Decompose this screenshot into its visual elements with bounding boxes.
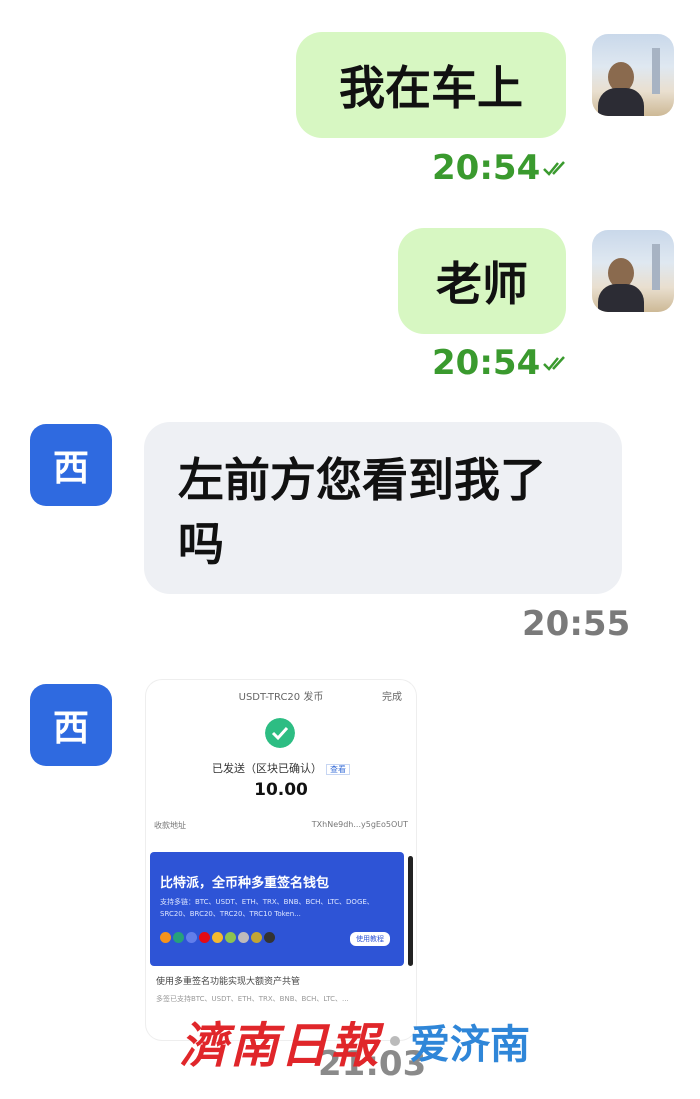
my-avatar[interactable] <box>592 34 674 116</box>
message-timestamp: 20:54 <box>432 343 572 383</box>
shot-desc: 使用多重签名功能实现大额资产共管 <box>156 977 301 987</box>
image-message[interactable]: USDT-TRC20 发币 完成 已发送（区块已确认） 查看 10.00 收款地址… <box>146 680 416 1040</box>
shot-title: USDT-TRC20 发币 <box>238 692 324 703</box>
watermark-logo-right: 爱济南 <box>410 1022 531 1068</box>
coin-icons <box>160 932 277 943</box>
my-avatar[interactable] <box>592 230 674 312</box>
shot-address-row: 收款地址 TXhNe9dh...y5gEo5OUT <box>154 820 408 830</box>
message-text: 我在车上 <box>339 61 523 115</box>
watermark-dot <box>390 1036 401 1046</box>
shot-done: 完成 <box>382 692 402 703</box>
shot-amount: 10.00 <box>254 780 308 800</box>
contact-avatar[interactable]: 西 <box>30 424 112 506</box>
double-check-icon <box>543 356 566 371</box>
double-check-icon <box>543 161 566 176</box>
success-check-icon <box>265 718 295 748</box>
message-bubble-incoming[interactable]: 左前方您看到我了吗 <box>144 422 622 594</box>
shot-desc-sub: 多签已支持BTC、USDT、ETH、TRX、BNB、BCH、LTC、... <box>156 995 349 1003</box>
message-timestamp: 20:55 <box>522 604 631 644</box>
message-text: 左前方您看到我了吗 <box>178 453 546 571</box>
watermark: 濟南日報 爱济南 <box>180 1010 531 1074</box>
message-bubble-outgoing[interactable]: 老师 <box>398 228 566 334</box>
contact-avatar[interactable]: 西 <box>30 684 112 766</box>
message-text: 老师 <box>436 257 528 311</box>
message-bubble-outgoing[interactable]: 我在车上 <box>296 32 566 138</box>
shot-scrollbar <box>408 856 413 966</box>
watermark-logo-left: 濟南日報 <box>180 1018 381 1074</box>
message-timestamp: 20:54 <box>432 148 572 188</box>
shot-banner: 比特派，全币种多重签名钱包 支持多链：BTC、USDT、ETH、TRX、BNB、… <box>150 852 404 966</box>
shot-status: 已发送（区块已确认） 查看 <box>146 760 416 776</box>
chat-view: 我在车上 20:54 老师 20:54 西 左前方您看到我了吗 20:55 西 … <box>0 0 700 1099</box>
